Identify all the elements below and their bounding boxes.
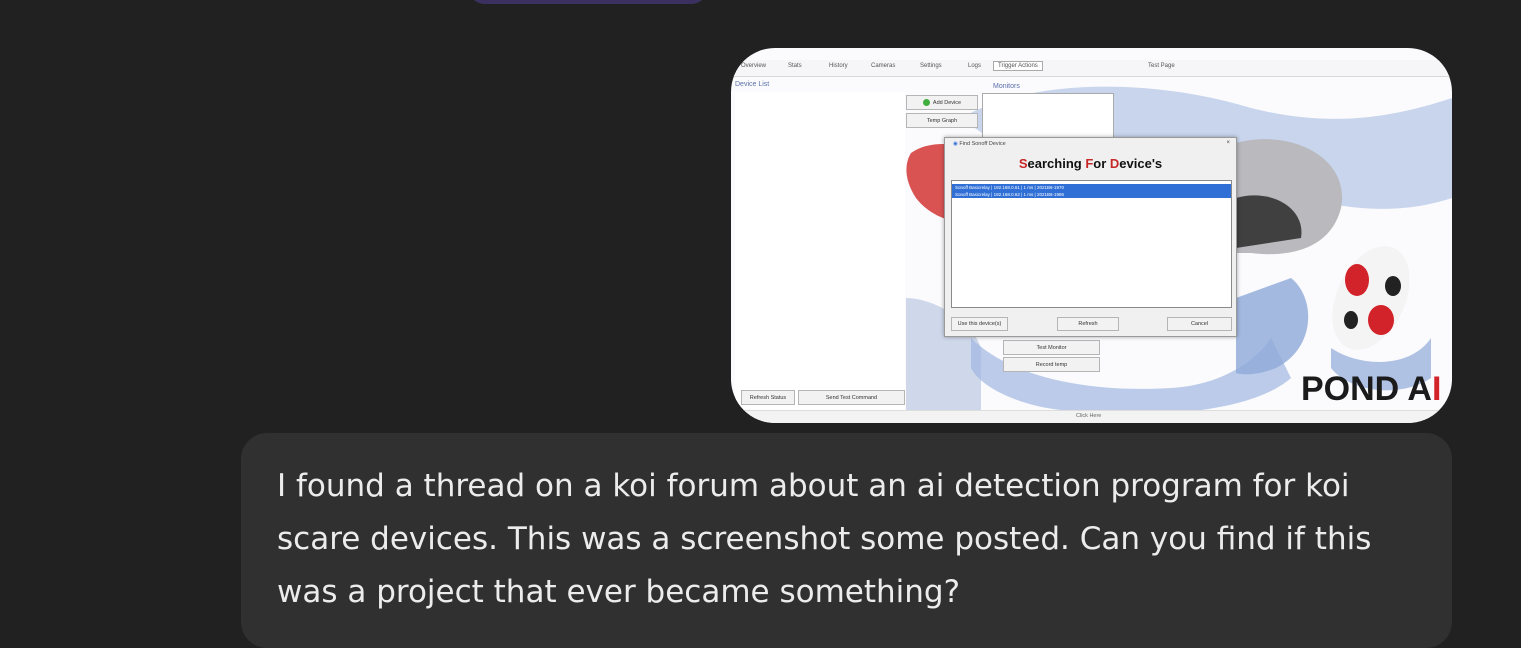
list-item[interactable]: Sonoff Basicrelay | 192.168.0.61 | 1 ms … [952,184,1231,191]
previous-message-pill [468,0,708,4]
heading-part: evice's [1119,156,1163,171]
refresh-button[interactable]: Refresh [1057,317,1119,331]
tab-trigger-actions[interactable]: Trigger Actions [993,61,1043,71]
click-here-link[interactable]: Click Here [1076,413,1101,419]
tab-test-page[interactable]: Test Page [1148,63,1175,69]
app-tab-bar: Overview Stats History Cameras Settings … [731,60,1452,77]
tab-stats[interactable]: Stats [788,63,802,69]
add-icon [922,99,930,106]
tab-cameras[interactable]: Cameras [871,63,895,69]
pond-ai-app-screenshot: Overview Stats History Cameras Settings … [731,48,1452,423]
device-list-label: Device List [735,81,770,88]
find-sonoff-device-dialog: ◉ Find Sonoff Device × Searching For Dev… [944,137,1237,337]
dialog-heading: Searching For Device's [945,156,1236,171]
tab-history[interactable]: History [829,63,848,69]
temp-graph-button[interactable]: Temp Graph [906,113,978,128]
dialog-title: ◉ Find Sonoff Device [953,141,1006,147]
use-device-button[interactable]: Use this device(s) [951,317,1008,331]
list-item[interactable]: Sonoff Basicrelay | 192.168.0.62 | 1 ms … [952,191,1231,198]
tab-logs[interactable]: Logs [968,63,981,69]
send-test-command-button[interactable]: Send Test Command [798,390,905,405]
heading-part: S [1018,156,1028,171]
logo-text-accent: I [1431,370,1442,408]
heading-part: or [1093,156,1110,171]
user-message-text: I found a thread on a koi forum about an… [277,468,1372,610]
tab-overview[interactable]: Overview [741,63,766,69]
add-device-label: Add Device [932,99,962,106]
add-device-button[interactable]: Add Device [906,95,978,110]
heading-part: earching [1027,156,1086,171]
sonoff-icon: ◉ [953,141,958,147]
test-monitor-button[interactable]: Test Monitor [1003,340,1100,355]
heading-part: D [1109,156,1120,171]
dialog-title-text: Find Sonoff Device [959,141,1006,147]
cancel-button[interactable]: Cancel [1167,317,1232,331]
record-temp-button[interactable]: Record temp [1003,357,1100,372]
monitors-list[interactable] [982,93,1114,140]
status-footer: Click Here [731,410,1452,423]
logo-text: POND A [1301,370,1432,408]
user-message-bubble: I found a thread on a koi forum about an… [241,433,1452,648]
refresh-status-button[interactable]: Refresh Status [741,390,795,405]
attached-screenshot[interactable]: Overview Stats History Cameras Settings … [731,48,1452,423]
pond-ai-logo: POND AI [1301,370,1441,409]
monitors-label: Monitors [993,83,1020,90]
close-icon[interactable]: × [1226,140,1230,146]
device-results-list[interactable]: Sonoff Basicrelay | 192.168.0.61 | 1 ms … [951,180,1232,308]
tab-settings[interactable]: Settings [920,63,942,69]
device-list-panel[interactable] [735,92,905,412]
